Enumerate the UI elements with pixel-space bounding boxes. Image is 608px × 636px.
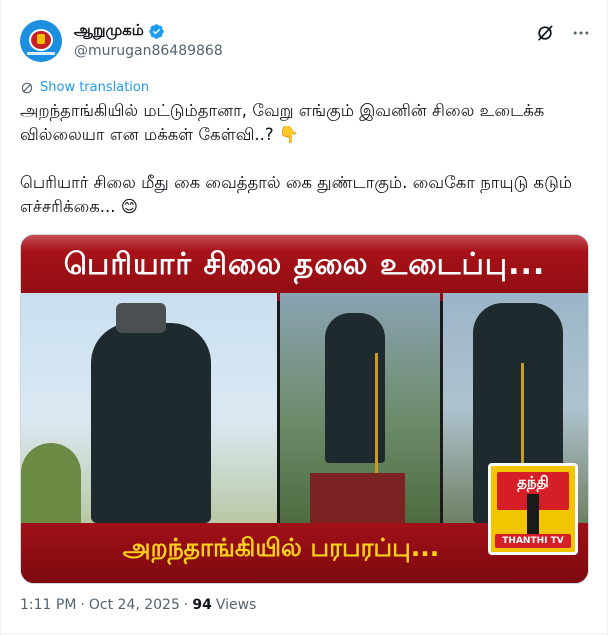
views-label: Views [215, 597, 257, 613]
tweet-media-image[interactable]: பெரியார் சிலை தலை உடைப்பு... அறந்தாங்கிய… [20, 234, 589, 584]
thanthi-tv-logo: தந்தி THANTHI TV [488, 463, 578, 555]
lighthouse-icon [527, 494, 539, 534]
meta-separator-2: · [183, 597, 189, 613]
tweet-header: ஆறுமுகம் @murugan86489868 [20, 20, 592, 64]
bottom-divider [0, 633, 608, 634]
tweet-time[interactable]: 1:11 PM [20, 597, 76, 613]
grok-icon[interactable] [534, 22, 556, 44]
translate-icon [21, 82, 33, 93]
verified-badge-icon [149, 23, 164, 39]
statue-photo-left [21, 293, 277, 523]
pointing-down-emoji: 👇 [278, 125, 300, 144]
show-translation-label[interactable]: Show translation [40, 80, 149, 95]
tweet-date[interactable]: Oct 24, 2025 [89, 597, 180, 613]
author-handle[interactable]: @murugan86489868 [74, 43, 223, 59]
tweet-meta: 1:11 PM · Oct 24, 2025 · 94 Views [20, 597, 256, 613]
logo-title: தந்தி [517, 473, 549, 491]
top-actions [534, 22, 592, 44]
statue-photo-middle [280, 293, 440, 523]
tweet-paragraph-2: பெரியார் சிலை மீது கை வைத்தால் கை துண்டா… [20, 171, 590, 219]
smiling-emoji: 😊 [120, 197, 138, 216]
show-translation-link[interactable]: Show translation [20, 80, 149, 95]
media-subline: அறந்தாங்கியில் பரபரப்பு... [122, 532, 440, 562]
tweet-line-2: பெரியார் சிலை மீது கை வைத்தால் கை துண்டா… [20, 173, 573, 216]
tweet-text: அறந்தாங்கியில் மட்டும்தானா, வேறு எங்கும்… [20, 99, 590, 219]
display-name[interactable]: ஆறுமுகம் [74, 21, 144, 41]
avatar[interactable] [20, 20, 62, 62]
left-border [0, 0, 1, 636]
name-row: ஆறுமுகம் [74, 20, 165, 42]
views-count[interactable]: 94 [192, 597, 211, 613]
logo-tag: THANTHI TV [495, 534, 571, 548]
media-headline: பெரியார் சிலை தலை உடைப்பு... [63, 246, 546, 282]
tweet-paragraph-1: அறந்தாங்கியில் மட்டும்தானா, வேறு எங்கும்… [20, 99, 590, 147]
meta-separator-1: · [80, 597, 85, 613]
more-icon[interactable] [570, 22, 592, 44]
